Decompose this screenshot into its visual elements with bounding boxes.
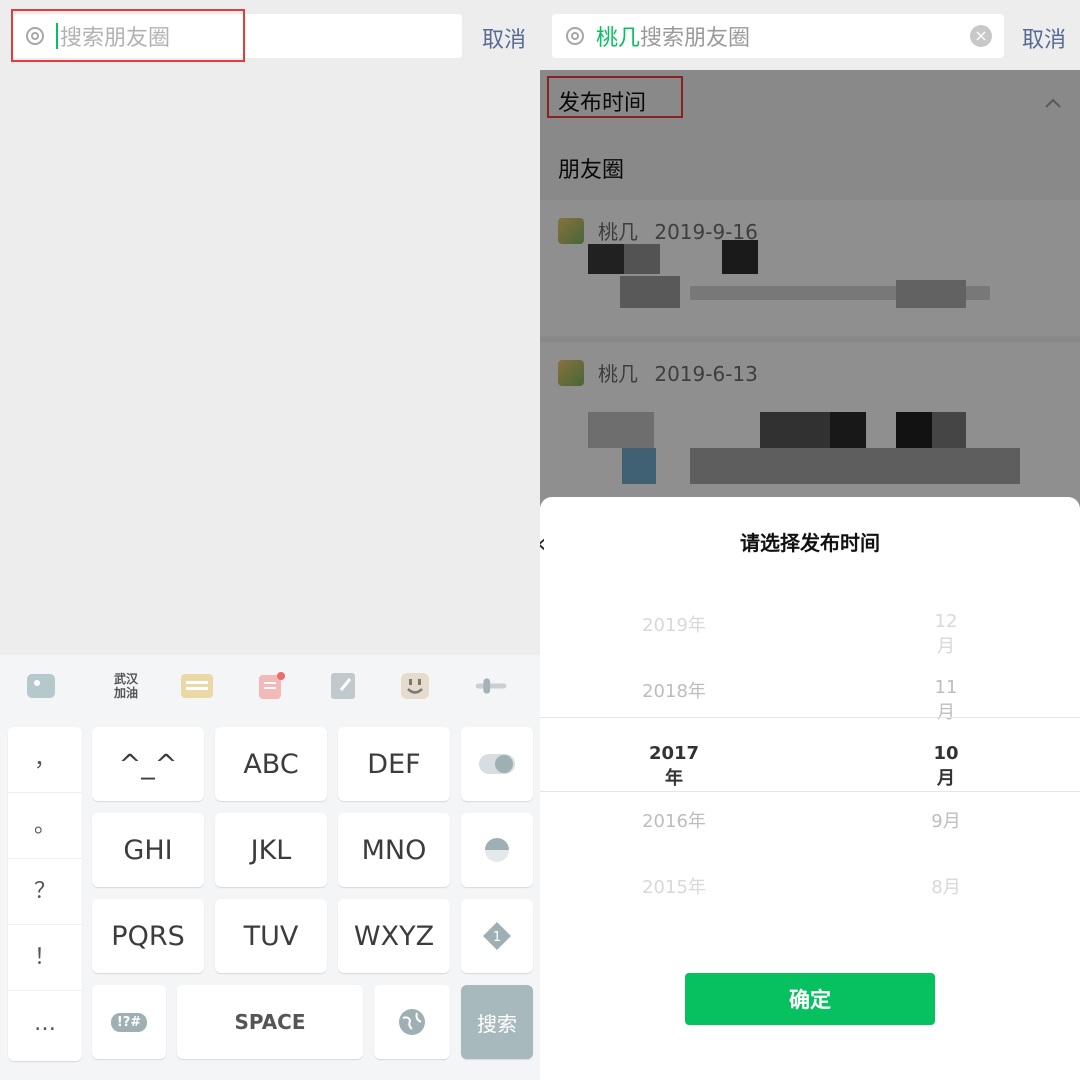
key-def[interactable]: DEF xyxy=(338,727,450,801)
key-abc[interactable]: ABC xyxy=(215,727,327,801)
halfcircle-icon xyxy=(485,838,509,862)
picker-title: 请选择发布时间 xyxy=(740,531,880,555)
key-tuv[interactable]: TUV xyxy=(215,899,327,973)
key-wxyz[interactable]: WXYZ xyxy=(338,899,450,973)
picker-row[interactable]: 2019年 12月 xyxy=(540,593,1080,657)
key-space[interactable]: SPACE xyxy=(177,985,363,1059)
switch-icon xyxy=(479,754,515,774)
key-halfcircle[interactable] xyxy=(461,813,533,887)
clear-icon[interactable]: × xyxy=(970,25,992,47)
cancel-button[interactable]: 取消 xyxy=(1022,22,1066,54)
key-jkl[interactable]: JKL xyxy=(215,813,327,887)
punctuation-column: ， 。 ？ ！ … xyxy=(8,727,82,1061)
globe-icon xyxy=(399,1009,425,1035)
key-emoticon[interactable]: ^_^ xyxy=(92,727,204,801)
search-bar: 桃几 搜索朋友圈 × 取消 xyxy=(540,0,1080,70)
edit-icon[interactable] xyxy=(326,669,360,703)
number-badge: 1 xyxy=(493,930,501,945)
search-query-contact: 桃几 xyxy=(596,26,641,51)
right-panel: 桃几 搜索朋友圈 × 取消 发布时间 朋友圈 桃几 2019-9-16 桃几 2… xyxy=(540,0,1080,1080)
search-icon xyxy=(564,25,586,47)
keyboard-icon[interactable] xyxy=(180,669,214,703)
key-number[interactable]: 1 xyxy=(461,899,533,973)
month-option[interactable]: 12月 xyxy=(926,611,966,658)
punct-comma-key[interactable]: ， xyxy=(8,727,82,793)
picker-row[interactable]: 2015年 8月 xyxy=(540,855,1080,915)
toggle-icon[interactable] xyxy=(474,669,508,703)
month-option[interactable]: 9月 xyxy=(926,807,966,833)
key-mno[interactable]: MNO xyxy=(338,813,450,887)
year-option[interactable]: 2019年 xyxy=(642,611,706,637)
key-pqrs[interactable]: PQRS xyxy=(92,899,204,973)
key-language[interactable] xyxy=(374,985,450,1059)
left-panel: 搜索朋友圈 取消 武汉加油 ， 。 ？ ！ … ^_^ ABC DEF GHI … xyxy=(0,0,540,1080)
year-option[interactable]: 2015年 xyxy=(642,873,706,899)
publish-time-picker: ‹ 请选择发布时间 2019年 12月 2018年 11月 2017年 10月 … xyxy=(540,497,1080,1080)
selection-line-top xyxy=(540,717,1080,718)
key-search[interactable]: 搜索 xyxy=(461,985,533,1059)
key-symbols[interactable]: !?# xyxy=(92,985,166,1059)
punct-question-key[interactable]: ？ xyxy=(8,859,82,925)
symbols-icon: !?# xyxy=(110,1012,148,1032)
year-option[interactable]: 2018年 xyxy=(642,677,706,703)
picker-row-selected[interactable]: 2017年 10月 xyxy=(540,725,1080,789)
clipboard-icon[interactable] xyxy=(254,669,288,703)
search-bar: 搜索朋友圈 取消 xyxy=(0,0,540,70)
key-switch-toggle[interactable] xyxy=(461,727,533,801)
number-icon: 1 xyxy=(483,922,511,950)
month-option-selected[interactable]: 10月 xyxy=(926,743,966,790)
puzzle-icon[interactable] xyxy=(24,669,58,703)
picker-row[interactable]: 2016年 9月 xyxy=(540,789,1080,849)
handwriting-icon[interactable]: 武汉加油 xyxy=(106,669,146,703)
search-input[interactable]: 桃几 搜索朋友圈 × xyxy=(552,14,1004,58)
cancel-button[interactable]: 取消 xyxy=(482,22,526,54)
month-option[interactable]: 8月 xyxy=(926,873,966,899)
picker-row[interactable]: 2018年 11月 xyxy=(540,659,1080,723)
year-option[interactable]: 2016年 xyxy=(642,807,706,833)
emoji-icon[interactable] xyxy=(398,669,432,703)
punct-period-key[interactable]: 。 xyxy=(8,793,82,859)
punct-exclaim-key[interactable]: ！ xyxy=(8,925,82,991)
punct-ellipsis-key[interactable]: … xyxy=(8,991,82,1057)
search-query-text: 搜索朋友圈 xyxy=(640,26,751,51)
keyboard-toolbar: 武汉加油 xyxy=(0,655,540,717)
year-option-selected[interactable]: 2017年 xyxy=(642,743,706,790)
confirm-button[interactable]: 确定 xyxy=(685,973,935,1025)
keyboard: 武汉加油 ， 。 ？ ！ … ^_^ ABC DEF GHI JKL MNO P… xyxy=(0,655,540,1080)
highlight-box xyxy=(11,9,245,62)
key-ghi[interactable]: GHI xyxy=(92,813,204,887)
handwriting-label: 武汉加油 xyxy=(113,672,138,700)
